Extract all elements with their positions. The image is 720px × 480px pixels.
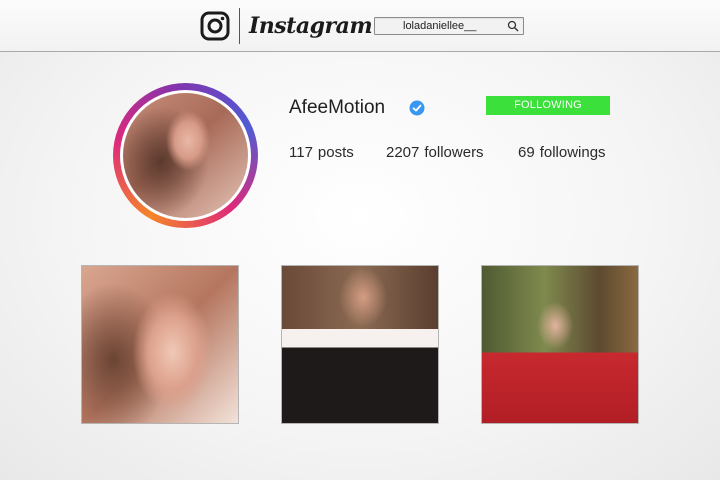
following-stat[interactable]: 69 followings	[518, 144, 606, 161]
following-count: 69	[518, 144, 535, 161]
post-thumbnail[interactable]	[81, 265, 239, 424]
header-divider	[239, 8, 240, 44]
following-label: followings	[539, 144, 606, 161]
brand-wordmark[interactable]: Instagram	[249, 10, 373, 42]
top-bar: Instagram loladaniellee__	[0, 0, 720, 52]
search-icon[interactable]	[507, 20, 519, 32]
search-input[interactable]: loladaniellee__	[374, 17, 524, 35]
profile-avatar-ring[interactable]	[113, 83, 258, 228]
instagram-camera-icon[interactable]	[200, 11, 230, 41]
followers-label: followers	[424, 144, 484, 161]
post-thumbnail[interactable]	[281, 265, 439, 424]
posts-stat[interactable]: 117 posts	[289, 144, 354, 161]
posts-label: posts	[317, 144, 354, 161]
post-thumbnail[interactable]	[481, 265, 639, 424]
verified-badge-icon	[409, 100, 425, 116]
following-button[interactable]: FOLLOWING	[486, 96, 610, 115]
posts-count: 117	[289, 144, 313, 161]
followers-count: 2207	[386, 144, 420, 161]
search-input-value[interactable]: loladaniellee__	[403, 18, 476, 34]
profile-avatar[interactable]	[123, 93, 248, 218]
avatar-border	[120, 90, 251, 221]
followers-stat[interactable]: 2207 followers	[386, 144, 484, 161]
profile-username: AfeeMotion	[289, 97, 386, 118]
